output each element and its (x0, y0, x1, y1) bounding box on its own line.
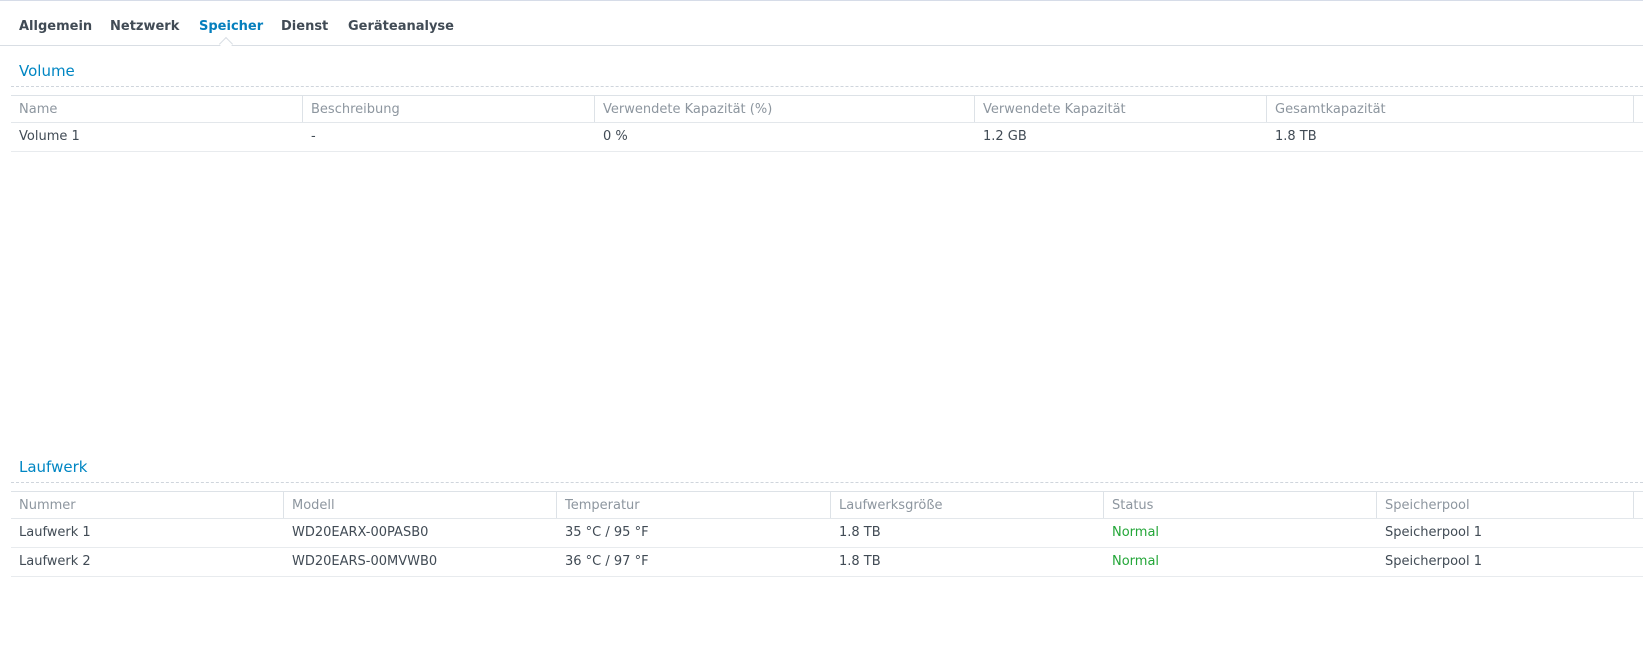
active-tab-indicator (218, 36, 234, 52)
drive-size-cell: 1.8 TB (839, 525, 881, 540)
tab-allgemein[interactable]: Allgemein (19, 19, 92, 34)
column-header-name[interactable]: Name (11, 96, 303, 122)
drive-section-title: Laufwerk (19, 458, 88, 476)
drive-model-cell: WD20EARS-00MVWB0 (292, 554, 438, 569)
column-header-used-capacity-percent[interactable]: Verwendete Kapazität (%) (595, 96, 975, 122)
drive-temperature-cell: 35 °C / 95 °F (565, 525, 649, 540)
column-header-used-capacity[interactable]: Verwendete Kapazität (975, 96, 1267, 122)
volume-name-cell: Volume 1 (19, 129, 80, 144)
column-header-total-capacity[interactable]: Gesamtkapazität (1267, 96, 1634, 122)
volume-table: Name Beschreibung Verwendete Kapazität (… (11, 95, 1643, 152)
tab-bar: Allgemein Netzwerk Speicher Dienst Gerät… (0, 0, 1643, 52)
drive-table: Nummer Modell Temperatur Laufwerksgröße … (11, 491, 1643, 577)
tab-speicher[interactable]: Speicher (199, 19, 263, 34)
drive-status-cell: Normal (1112, 554, 1160, 569)
column-header-drive-size[interactable]: Laufwerksgröße (831, 492, 1104, 518)
drive-pool-cell: Speicherpool 1 (1385, 525, 1483, 540)
volume-used-percent-cell: 0 % (603, 129, 628, 144)
drive-table-header: Nummer Modell Temperatur Laufwerksgröße … (11, 491, 1643, 519)
column-header-beschreibung[interactable]: Beschreibung (303, 96, 595, 122)
drive-number-cell: Laufwerk 2 (19, 554, 91, 569)
tab-dienst[interactable]: Dienst (281, 19, 328, 34)
column-header-modell[interactable]: Modell (284, 492, 557, 518)
tab-geraeteanalyse[interactable]: Geräteanalyse (348, 19, 454, 34)
drive-pool-cell: Speicherpool 1 (1385, 554, 1483, 569)
drive-status-cell: Normal (1112, 525, 1160, 540)
volume-section-title: Volume (19, 62, 75, 80)
drive-size-cell: 1.8 TB (839, 554, 881, 569)
volume-description-cell: - (311, 129, 316, 144)
volume-section-divider (11, 86, 1643, 87)
volume-table-header: Name Beschreibung Verwendete Kapazität (… (11, 95, 1643, 123)
drive-temperature-cell: 36 °C / 97 °F (565, 554, 649, 569)
volume-total-capacity-cell: 1.8 TB (1275, 129, 1317, 144)
volume-used-capacity-cell: 1.2 GB (983, 129, 1027, 144)
column-header-speicherpool[interactable]: Speicherpool (1377, 492, 1634, 518)
table-row[interactable]: Laufwerk 1 WD20EARX-00PASB0 35 °C / 95 °… (11, 519, 1643, 548)
column-header-status[interactable]: Status (1104, 492, 1377, 518)
table-row[interactable]: Volume 1 - 0 % 1.2 GB 1.8 TB (11, 123, 1643, 152)
drive-model-cell: WD20EARX-00PASB0 (292, 525, 429, 540)
drive-section-divider (11, 482, 1643, 483)
tab-netzwerk[interactable]: Netzwerk (110, 19, 179, 34)
table-row[interactable]: Laufwerk 2 WD20EARS-00MVWB0 36 °C / 97 °… (11, 548, 1643, 577)
column-header-nummer[interactable]: Nummer (11, 492, 284, 518)
drive-number-cell: Laufwerk 1 (19, 525, 91, 540)
column-header-temperatur[interactable]: Temperatur (557, 492, 831, 518)
